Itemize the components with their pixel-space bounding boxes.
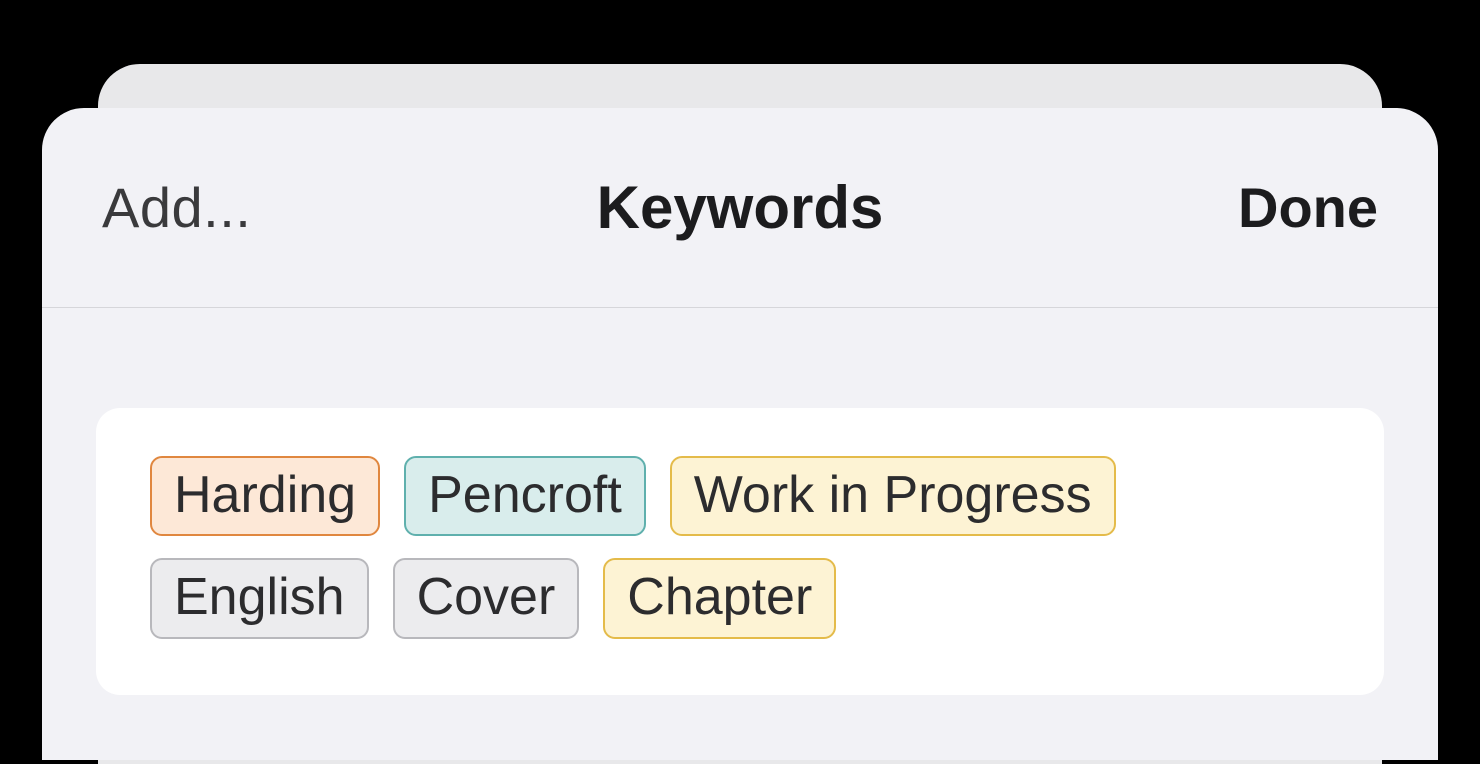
keyword-tag[interactable]: Cover <box>393 558 580 638</box>
keyword-tag[interactable]: Harding <box>150 456 380 536</box>
keyword-tag[interactable]: Chapter <box>603 558 836 638</box>
keyword-tag[interactable]: English <box>150 558 369 638</box>
keyword-tag[interactable]: Pencroft <box>404 456 646 536</box>
sheet-header: Add... Keywords Done <box>42 108 1438 308</box>
keywords-sheet: Add... Keywords Done Harding Pencroft Wo… <box>42 108 1438 760</box>
done-button[interactable]: Done <box>1238 175 1378 240</box>
keyword-tag-container: Harding Pencroft Work in Progress Englis… <box>150 456 1330 639</box>
content-area: Harding Pencroft Work in Progress Englis… <box>42 308 1438 695</box>
keyword-tag[interactable]: Work in Progress <box>670 456 1116 536</box>
add-button[interactable]: Add... <box>102 175 251 240</box>
sheet-title: Keywords <box>597 173 884 242</box>
keywords-card: Harding Pencroft Work in Progress Englis… <box>96 408 1384 695</box>
